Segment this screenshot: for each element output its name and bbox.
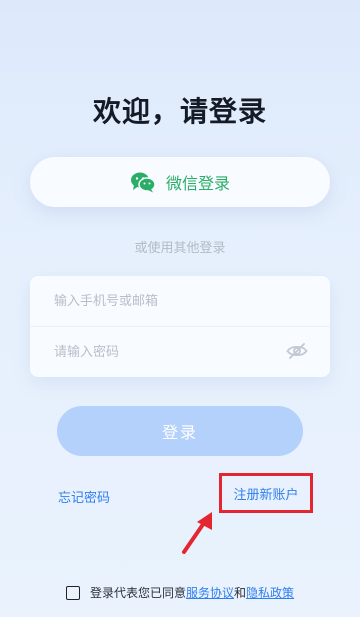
phone-email-field-row [30,276,330,326]
terms-link[interactable]: 服务协议 [186,584,234,601]
agreement-prefix: 登录代表您已同意 [90,586,187,600]
phone-email-input[interactable] [52,292,276,310]
agreement-row: 登录代表您已同意 服务协议 和 隐私政策 [66,584,294,601]
login-button[interactable]: 登录 [57,406,303,456]
page-title: 欢迎，请登录 [92,95,267,128]
password-field-row [30,326,330,377]
agreement-and: 和 [234,586,247,600]
register-link[interactable]: 注册新账户 [233,484,298,503]
privacy-link[interactable]: 隐私政策 [246,584,294,601]
password-input[interactable] [52,343,276,361]
forgot-password-link[interactable]: 忘记密码 [58,487,110,506]
login-form [30,276,330,377]
wechat-login-button[interactable]: 微信登录 [30,157,330,207]
other-login-divider-text: 或使用其他登录 [134,241,226,256]
wechat-login-label: 微信登录 [165,174,230,193]
register-highlight-box: 注册新账户 [219,473,313,513]
agreement-checkbox[interactable] [66,585,80,600]
eye-off-icon[interactable] [286,342,308,360]
wechat-icon [130,171,156,193]
annotation-arrow-icon [182,512,212,554]
